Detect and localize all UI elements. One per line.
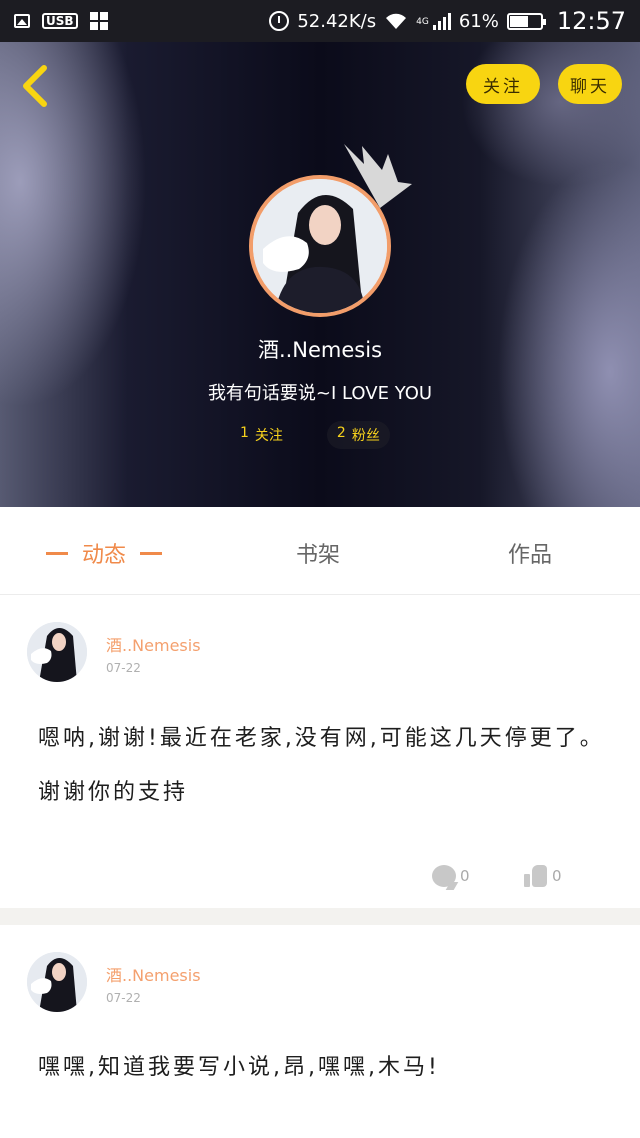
clock: 12:57 xyxy=(556,7,626,35)
tab-works[interactable]: 作品 xyxy=(508,537,552,569)
signal-icon xyxy=(432,12,451,30)
profile-avatar xyxy=(249,175,391,317)
alarm-icon xyxy=(269,11,290,31)
thumbs-up-icon xyxy=(524,865,548,887)
post-text: 嗯呐,谢谢!最近在老家,没有网,可能这几天停更了。谢谢你的支持 xyxy=(38,726,605,805)
like-button[interactable]: 0 xyxy=(524,862,562,890)
post-divider xyxy=(0,908,640,925)
tab-feed-label: 动态 xyxy=(82,543,127,568)
profile-bio: 我有句话要说~I LOVE YOU xyxy=(207,383,433,404)
usb-notification-icon: USB xyxy=(42,13,78,29)
post-author-avatar[interactable] xyxy=(27,622,87,682)
battery-percent: 61% xyxy=(458,10,499,32)
image-notification-icon xyxy=(14,14,30,28)
post-date: 07-22 xyxy=(106,661,141,675)
comment-icon xyxy=(432,865,456,887)
comment-count: 0 xyxy=(460,867,470,885)
apps-notification-icon xyxy=(89,12,108,30)
network-speed: 52.42K/s xyxy=(297,10,377,32)
profile-stats: 1 关注 2 粉丝 xyxy=(240,421,390,449)
tab-bookshelf[interactable]: 书架 xyxy=(296,537,340,569)
profile-header: 关注 聊天 酒..Nemesis 我有句话要说~I LOVE YOU 1 关注 … xyxy=(0,42,640,507)
following-label: 关注 xyxy=(254,428,283,444)
like-count: 0 xyxy=(552,867,562,885)
follow-button[interactable]: 关注 xyxy=(466,64,540,104)
post-author-avatar[interactable] xyxy=(27,952,87,1012)
status-bar: USB 52.42K/s 4G 61% 12:57 xyxy=(0,0,640,42)
tab-indicator-right xyxy=(140,551,163,555)
post-author-name[interactable]: 酒..Nemesis xyxy=(106,632,201,656)
profile-tabs: 动态 书架 作品 xyxy=(0,507,640,595)
feed-post: 酒..Nemesis 07-22 嘿嘿,知道我要写小说,昂,嘿嘿,木马! xyxy=(0,925,640,1138)
fans-count: 2 xyxy=(336,425,346,441)
back-arrow-icon[interactable] xyxy=(18,64,54,108)
following-count: 1 xyxy=(240,425,249,441)
battery-icon xyxy=(506,12,546,30)
wifi-icon xyxy=(386,13,407,29)
fans-stat[interactable]: 2 粉丝 xyxy=(326,421,390,449)
tab-feed[interactable]: 动态 xyxy=(46,537,163,569)
fans-label: 粉丝 xyxy=(351,428,380,444)
post-text: 嘿嘿,知道我要写小说,昂,嘿嘿,木马! xyxy=(38,1055,440,1080)
chat-button[interactable]: 聊天 xyxy=(558,64,622,104)
tab-indicator-left xyxy=(46,551,68,555)
profile-username: 酒..Nemesis xyxy=(257,338,383,362)
network-type: 4G xyxy=(416,17,429,27)
following-stat[interactable]: 1 关注 xyxy=(240,425,283,449)
post-author-name[interactable]: 酒..Nemesis xyxy=(106,962,201,986)
post-date: 07-22 xyxy=(106,991,141,1005)
feed-post: 酒..Nemesis 07-22 嗯呐,谢谢!最近在老家,没有网,可能这几天停更… xyxy=(0,596,640,908)
comment-button[interactable]: 0 xyxy=(432,862,470,890)
